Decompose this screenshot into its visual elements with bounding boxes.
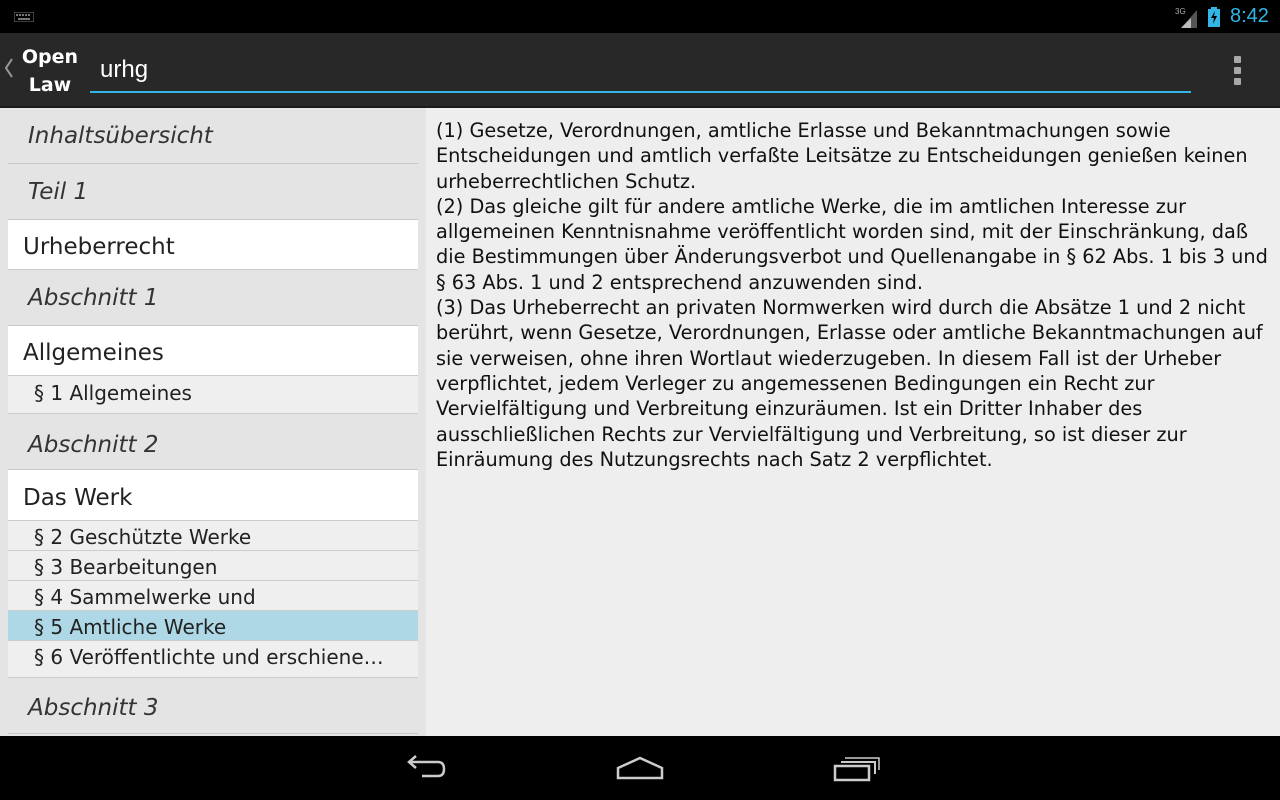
up-caret-icon[interactable] — [4, 57, 14, 79]
sidebar-item-overview[interactable]: Inhaltsübersicht — [8, 108, 418, 164]
law-content-panel: (1) Gesetze, Verordnungen, amtliche Erla… — [426, 108, 1280, 736]
app-title[interactable]: Open Law — [20, 43, 80, 99]
overflow-menu-icon[interactable] — [1224, 55, 1252, 87]
signal-icon: 3G — [1175, 7, 1197, 28]
recent-apps-icon[interactable] — [832, 750, 880, 786]
battery-icon — [1208, 7, 1220, 27]
sidebar-item-abschnitt-2[interactable]: Abschnitt 2 — [8, 414, 418, 470]
table-of-contents: Inhaltsübersicht Teil 1 Urheberrecht Abs… — [0, 108, 426, 736]
sidebar-para-4[interactable]: § 4 Sammelwerke und — [8, 581, 418, 611]
law-paragraph-3: (3) Das Urheberrecht an privaten Normwer… — [436, 296, 1263, 471]
back-icon[interactable] — [400, 750, 448, 786]
search-field — [90, 47, 1191, 93]
sidebar-item-abschnitt-3[interactable]: Abschnitt 3 — [8, 678, 418, 734]
sidebar-para-5-selected[interactable]: § 5 Amtliche Werke — [8, 611, 418, 641]
search-input[interactable] — [100, 53, 1180, 87]
sidebar-para-6[interactable]: § 6 Veröffentlichte und erschienene Werk… — [8, 641, 418, 678]
sidebar-header-urheberrecht[interactable]: Urheberrecht — [8, 220, 418, 270]
keyboard-icon — [14, 12, 34, 22]
sidebar-header-allgemeines[interactable]: Allgemeines — [8, 326, 418, 376]
law-paragraph-2: (2) Das gleiche gilt für andere amtliche… — [436, 194, 1268, 294]
action-bar: Open Law — [0, 33, 1280, 108]
network-type: 3G — [1175, 7, 1186, 16]
law-text: (1) Gesetze, Verordnungen, amtliche Erla… — [436, 118, 1272, 472]
law-paragraph-1: (1) Gesetze, Verordnungen, amtliche Erla… — [436, 119, 1248, 193]
clock: 8:42 — [1230, 5, 1269, 27]
sidebar-para-2[interactable]: § 2 Geschützte Werke — [8, 521, 418, 551]
sidebar-para-3[interactable]: § 3 Bearbeitungen — [8, 551, 418, 581]
app-title-line2: Law — [28, 74, 72, 96]
app-title-line1: Open — [21, 46, 79, 68]
navigation-bar — [0, 736, 1280, 800]
sidebar-para-1[interactable]: § 1 Allgemeines — [8, 376, 418, 414]
sidebar-header-das-werk[interactable]: Das Werk — [8, 470, 418, 521]
sidebar-item-abschnitt-1[interactable]: Abschnitt 1 — [8, 270, 418, 326]
status-bar: 3G 8:42 — [0, 0, 1280, 33]
sidebar-item-teil-1[interactable]: Teil 1 — [8, 164, 418, 220]
home-icon[interactable] — [616, 750, 664, 786]
